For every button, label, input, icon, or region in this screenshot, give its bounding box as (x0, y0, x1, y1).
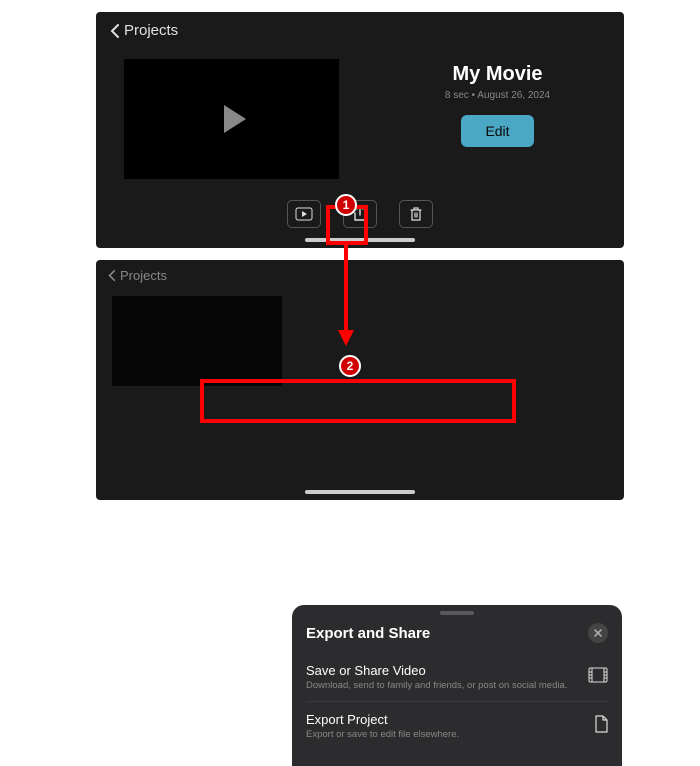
sheet-item-export-project[interactable]: Export Project Export or save to edit fi… (292, 702, 622, 750)
chevron-left-icon (110, 23, 120, 39)
chevron-left-icon (108, 269, 116, 282)
delete-button[interactable] (399, 200, 433, 228)
share-button[interactable] (343, 200, 377, 228)
project-screen: Projects My Movie 8 sec • August 26, 202… (96, 12, 624, 248)
share-icon (353, 206, 367, 222)
video-thumbnail[interactable] (124, 59, 339, 179)
trash-icon (409, 206, 423, 222)
sheet-item-title: Save or Share Video (306, 663, 576, 678)
home-indicator (305, 238, 415, 242)
sheet-close-button[interactable] (588, 623, 608, 643)
home-indicator (305, 490, 415, 494)
toolbar (287, 200, 433, 228)
sheet-item-save-share[interactable]: Save or Share Video Download, send to fa… (292, 653, 622, 701)
export-share-sheet: Export and Share Save or Share Video Dow… (292, 605, 622, 766)
project-title: My Movie (399, 63, 596, 86)
project-row: My Movie 8 sec • August 26, 2024 Edit (96, 49, 624, 179)
sheet-item-subtitle: Export or save to edit file elsewhere. (306, 729, 582, 740)
sheet-item-title: Export Project (306, 712, 582, 727)
close-icon (593, 628, 603, 638)
project-info: My Movie 8 sec • August 26, 2024 Edit (399, 59, 596, 179)
file-icon (594, 715, 608, 738)
play-from-start-button[interactable] (287, 200, 321, 228)
sheet-header: Export and Share (292, 619, 622, 653)
sheet-item-subtitle: Download, send to family and friends, or… (306, 680, 576, 691)
back-label: Projects (120, 268, 167, 283)
back-label: Projects (124, 22, 178, 39)
back-button[interactable]: Projects (96, 12, 624, 49)
play-rect-icon (295, 207, 313, 221)
sheet-grabber[interactable] (440, 611, 474, 615)
film-icon (588, 667, 608, 688)
play-icon (224, 105, 246, 133)
share-sheet-screen: Projects Export and Share Save or Share … (96, 260, 624, 500)
video-thumbnail-dim (112, 296, 282, 386)
project-meta: 8 sec • August 26, 2024 (399, 90, 596, 101)
edit-button[interactable]: Edit (461, 115, 533, 147)
sheet-title: Export and Share (306, 625, 430, 642)
back-button-dim[interactable]: Projects (96, 260, 624, 291)
